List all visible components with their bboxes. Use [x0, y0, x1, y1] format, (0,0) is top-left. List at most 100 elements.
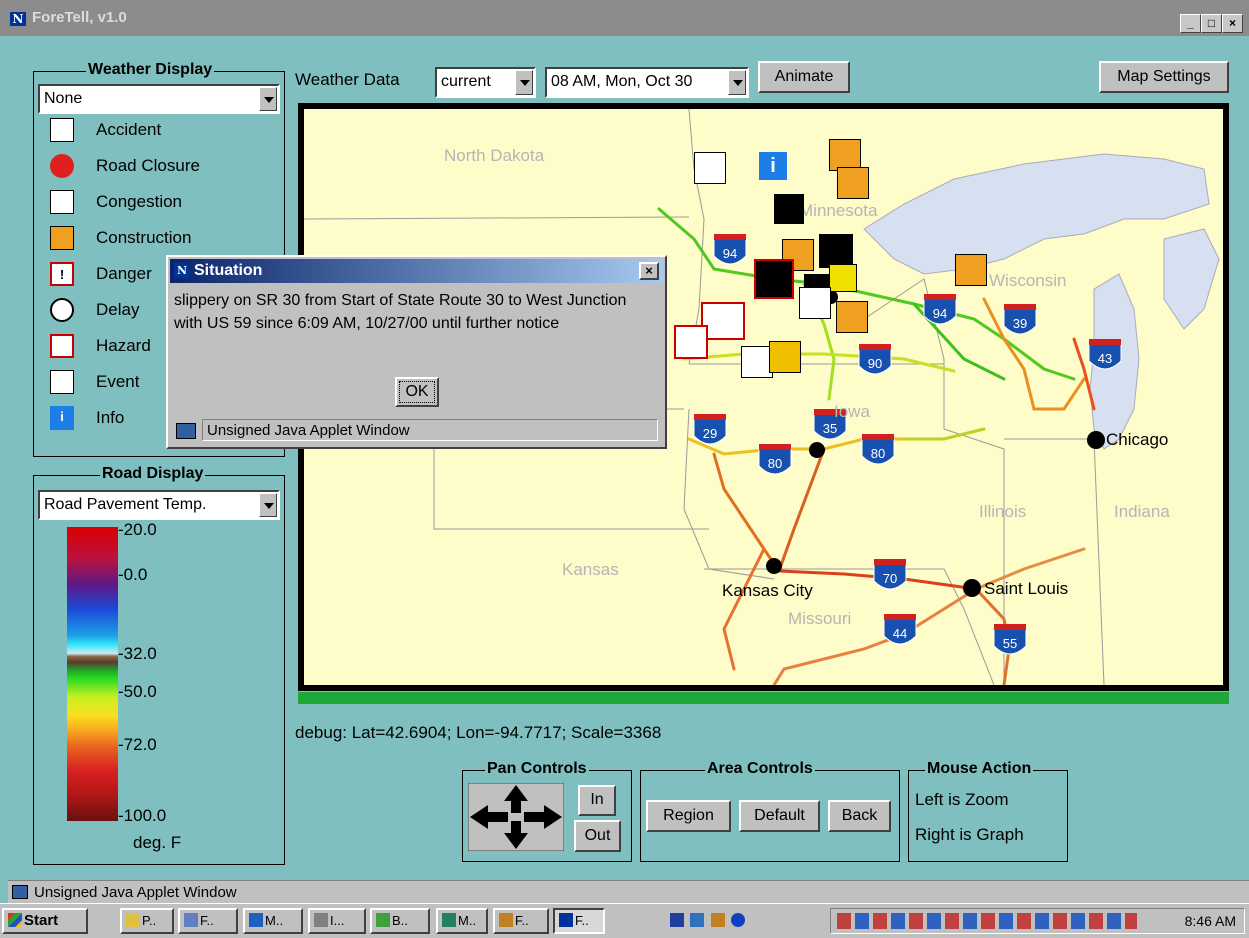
netscape-logo-icon: N [174, 263, 190, 278]
minimize-button[interactable]: _ [1180, 14, 1201, 33]
info-icon[interactable]: i [759, 152, 787, 180]
interstate-shield: 70 [873, 559, 907, 590]
construction-icon[interactable] [837, 167, 869, 199]
quick-launch-icon[interactable] [731, 913, 746, 927]
dialog-title: Situation [194, 262, 263, 279]
city-dot-des-moines [809, 442, 825, 458]
region-button[interactable]: Region [646, 800, 731, 832]
interstate-shield: 29 [693, 414, 727, 445]
maximize-button[interactable]: □ [1201, 14, 1222, 33]
interstate-number: 55 [1003, 636, 1017, 651]
scale-label: -100.0 [118, 806, 167, 825]
zoom-out-button[interactable]: Out [574, 820, 621, 852]
lake-huron [1163, 228, 1220, 330]
interstate-number: 94 [723, 246, 737, 261]
state-label-indiana: Indiana [1114, 502, 1170, 521]
taskbar-task-label: I... [330, 913, 345, 928]
legend-label: Danger [96, 264, 152, 283]
zoom-in-button[interactable]: In [578, 785, 616, 816]
road-condition-icon[interactable] [774, 194, 804, 224]
taskbar-task-button[interactable]: P.. [120, 908, 174, 934]
road-display-select[interactable]: Road Pavement Temp. [38, 490, 280, 520]
dialog-close-button[interactable]: × [639, 262, 659, 280]
state-label-minnesota: Minnesota [799, 201, 878, 220]
quick-launch-icon[interactable] [690, 913, 705, 927]
situation-dialog[interactable]: N Situation × slippery on SR 30 from Sta… [166, 255, 667, 449]
congestion-icon[interactable] [799, 287, 831, 319]
tray-icons[interactable] [837, 913, 1137, 929]
legend-label: Road Closure [96, 156, 200, 175]
chevron-down-icon[interactable] [259, 493, 277, 517]
interstate-number: 70 [883, 571, 897, 586]
taskbar-task-button[interactable]: F.. [178, 908, 238, 934]
taskbar-task-button[interactable]: M.. [436, 908, 488, 934]
state-label-north-dakota: North Dakota [444, 146, 545, 165]
quick-launch-icon[interactable] [670, 913, 684, 927]
taskbar-task-button[interactable]: I... [308, 908, 366, 934]
chevron-down-icon[interactable] [515, 70, 533, 95]
weather-display-value: None [44, 90, 83, 107]
taskbar-task-label: F.. [575, 913, 589, 928]
interstate-number: 29 [703, 426, 717, 441]
road-condition-icon[interactable] [819, 234, 853, 268]
lane-shift-icon[interactable] [769, 341, 801, 373]
weather-data-value: current [441, 73, 491, 90]
animate-button[interactable]: Animate [758, 61, 850, 93]
taskbar: Start P.. F.. M.. I... B.. M.. F.. F.. 8:46 AM [0, 903, 1249, 938]
map-settings-button[interactable]: Map Settings [1099, 61, 1229, 93]
time-select[interactable]: 08 AM, Mon, Oct 30 [545, 67, 749, 98]
taskbar-task-button[interactable]: F.. [553, 908, 605, 934]
congestion-icon[interactable] [694, 152, 726, 184]
app-icon [314, 913, 328, 927]
pan-arrows[interactable] [467, 782, 565, 852]
window-title: ForeTell, v1.0 [32, 9, 127, 26]
start-button[interactable]: Start [2, 908, 88, 934]
netscape-logo-icon: N [10, 12, 26, 26]
taskbar-task-label: M.. [265, 913, 284, 928]
pan-controls-label: Pan Controls [485, 760, 589, 778]
lake-superior [863, 153, 1210, 275]
taskbar-task-button[interactable]: M.. [243, 908, 303, 934]
close-button[interactable]: × [1222, 14, 1243, 33]
construction-icon[interactable] [955, 254, 987, 286]
weather-data-label: Weather Data [295, 70, 400, 89]
interstate-shield: 94 [713, 234, 747, 265]
hazard-icon[interactable] [674, 325, 708, 359]
delay-icon[interactable] [829, 264, 857, 292]
temperature-color-scale [67, 527, 118, 821]
dialog-message: slippery on SR 30 from Start of State Ro… [174, 292, 627, 332]
map-footer-bar [298, 692, 1229, 704]
task-list: P.. F.. M.. I... B.. M.. F.. F.. [108, 904, 628, 938]
scale-labels: -20.0 -0.0 -32.0 -50.0 -72.0 -100.0 [118, 520, 188, 850]
quick-launch-icon[interactable] [710, 913, 725, 927]
taskbar-task-button[interactable]: F.. [493, 908, 549, 934]
taskbar-task-button[interactable]: B.. [370, 908, 430, 934]
road-condition-icon[interactable] [754, 259, 794, 299]
start-label: Start [24, 912, 59, 929]
accident-icon [50, 118, 74, 142]
ok-button[interactable]: OK [395, 377, 439, 407]
chevron-down-icon[interactable] [259, 87, 277, 111]
mouse-left-text: Left is Zoom [915, 790, 1009, 809]
area-controls-label: Area Controls [705, 760, 815, 778]
back-button[interactable]: Back [828, 800, 891, 832]
weather-display-select[interactable]: None [38, 84, 280, 114]
construction-icon[interactable] [836, 301, 868, 333]
delay-icon [50, 298, 74, 322]
weather-data-select[interactable]: current [435, 67, 536, 98]
chevron-down-icon[interactable] [728, 70, 746, 95]
mouse-right-text: Right is Graph [915, 825, 1024, 844]
legend-label: Construction [96, 228, 192, 247]
interstate-number: 94 [933, 306, 947, 321]
interstate-shield: 43 [1088, 339, 1122, 370]
taskbar-task-label: F.. [515, 913, 529, 928]
default-button[interactable]: Default [739, 800, 820, 832]
legend-item: Accident [48, 118, 282, 146]
interstate-shield: 80 [758, 444, 792, 475]
dialog-title-bar: N Situation × [170, 259, 663, 283]
legend-item: Road Closure [48, 154, 282, 182]
scale-label: -50.0 [118, 682, 157, 701]
taskbar-task-label: M.. [458, 913, 477, 928]
taskbar-task-label: F.. [200, 913, 214, 928]
event-icon [50, 370, 74, 394]
